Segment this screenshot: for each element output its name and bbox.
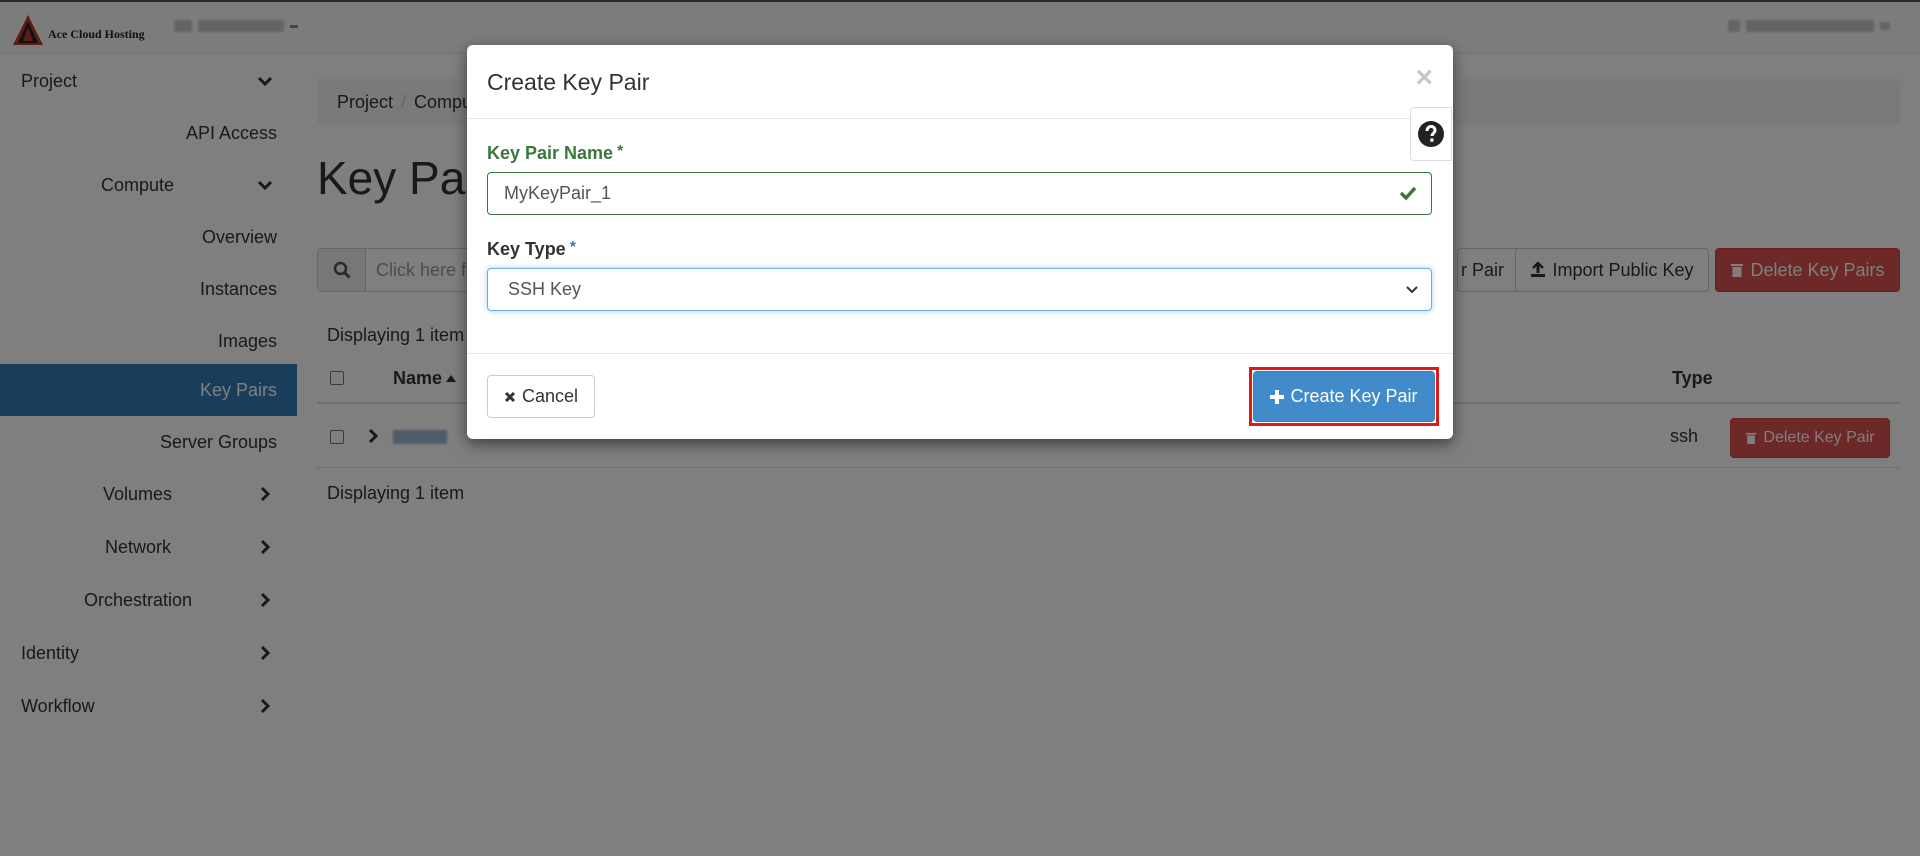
cancel-button[interactable]: Cancel xyxy=(487,375,595,418)
key-type-selected-value: SSH Key xyxy=(508,279,582,299)
create-key-pair-submit-button[interactable]: Create Key Pair xyxy=(1253,371,1435,422)
modal-footer: Cancel Create Key Pair xyxy=(467,353,1453,439)
key-type-label: Key Type * xyxy=(487,239,576,260)
key-pair-name-label: Key Pair Name * xyxy=(487,143,623,164)
create-key-pair-dialog: Create Key Pair × Key Pair Name * MyKeyPa… xyxy=(467,45,1453,439)
key-pair-name-label-text: Key Pair Name xyxy=(487,143,614,163)
modal-header: Create Key Pair × xyxy=(467,45,1453,119)
required-asterisk: * xyxy=(569,239,576,256)
help-button[interactable] xyxy=(1410,107,1452,161)
key-pair-name-value: MyKeyPair_1 xyxy=(504,183,612,203)
key-type-label-text: Key Type xyxy=(487,239,566,259)
check-icon xyxy=(1399,186,1417,201)
cancel-label: Cancel xyxy=(521,386,579,406)
modal-title: Create Key Pair xyxy=(487,69,650,95)
times-icon xyxy=(504,391,516,402)
plus-icon xyxy=(1270,389,1285,404)
chevron-down-icon xyxy=(1406,286,1418,294)
question-circle-icon xyxy=(1418,121,1444,147)
key-type-select[interactable]: SSH Key xyxy=(487,268,1432,311)
create-key-pair-label: Create Key Pair xyxy=(1290,386,1418,406)
key-pair-name-input[interactable]: MyKeyPair_1 xyxy=(487,172,1432,215)
required-asterisk: * xyxy=(617,143,624,160)
close-icon[interactable]: × xyxy=(1415,61,1433,95)
